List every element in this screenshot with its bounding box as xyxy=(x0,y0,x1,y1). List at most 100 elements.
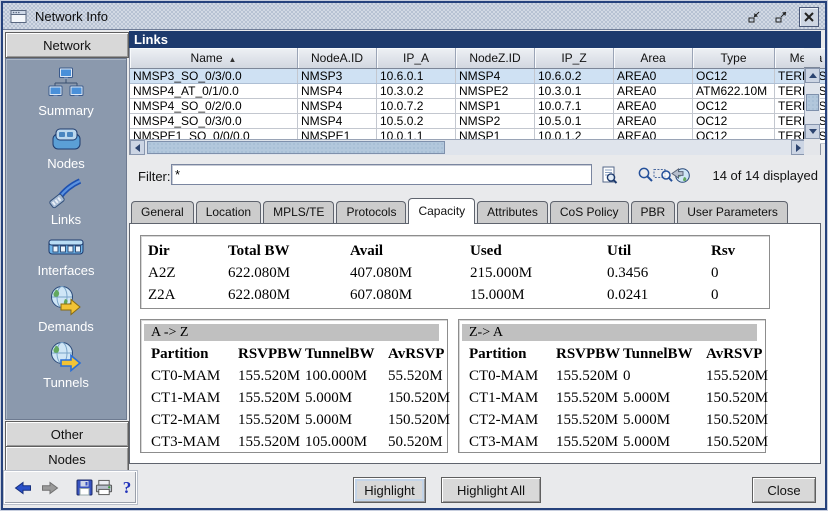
scroll-up-icon[interactable] xyxy=(805,68,820,83)
tab-cos-policy[interactable]: CoS Policy xyxy=(550,201,629,223)
column-header-partition: Partition xyxy=(141,343,228,365)
node-device-icon xyxy=(48,125,84,153)
column-header-nodea-id[interactable]: NodeA.ID xyxy=(298,48,377,69)
column-header-ip-a[interactable]: IP_A xyxy=(377,48,456,69)
nodes-button[interactable]: Nodes xyxy=(5,446,129,472)
column-header-nodez-id[interactable]: NodeZ.ID xyxy=(456,48,535,69)
column-header-type[interactable]: Type xyxy=(693,48,775,69)
table-cell: A2Z xyxy=(141,262,221,284)
table-cell: NMSP4 xyxy=(456,69,535,84)
links-table-header-row: Name▲NodeA.IDIP_ANodeZ.IDIP_ZAreaTypeMed… xyxy=(130,48,828,69)
vertical-scroll-thumb[interactable] xyxy=(806,94,819,111)
column-header-rsvpbw: RSVPBW xyxy=(228,343,295,365)
table-row[interactable]: NMSP4_AT_0/1/0.0NMSP410.3.0.2NMSPE210.3.… xyxy=(130,84,828,99)
restore-window-icon[interactable] xyxy=(745,8,763,26)
table-cell: 10.5.0.1 xyxy=(535,114,614,129)
table-cell: 0 xyxy=(704,284,813,306)
table-cell: NMSP4 xyxy=(298,84,377,99)
highlight-button[interactable]: Highlight xyxy=(353,477,426,503)
sidebar-item-summary[interactable]: Summary xyxy=(6,67,126,118)
column-header-avail: Avail xyxy=(343,240,463,262)
column-header-util: Util xyxy=(600,240,704,262)
sidebar-item-tunnels[interactable]: Tunnels xyxy=(6,341,126,390)
tab-pbr[interactable]: PBR xyxy=(631,201,676,223)
titlebar[interactable]: Network Info xyxy=(3,3,825,30)
tab-user-parameters[interactable]: User Parameters xyxy=(677,201,788,223)
row-count-status: 14 of 14 displayed xyxy=(658,168,818,183)
sidebar-item-interfaces[interactable]: Interfaces xyxy=(6,234,126,278)
table-row[interactable]: NMSP4_SO_0/2/0.0NMSP410.0.7.2NMSP110.0.7… xyxy=(130,99,828,114)
table-cell: 215.000M xyxy=(463,262,600,284)
a-to-z-table: A -> Z PartitionRSVPBWTunnelBWAvRSVP CT0… xyxy=(140,319,448,453)
table-cell: NMSP4_AT_0/1/0.0 xyxy=(130,84,298,99)
table-cell: 5.000M xyxy=(613,431,696,453)
table-cell: 0 xyxy=(704,262,813,284)
table-cell: NMSP4 xyxy=(298,114,377,129)
a-to-z-header-row: PartitionRSVPBWTunnelBWAvRSVP xyxy=(141,343,478,365)
table-cell: CT1-MAM xyxy=(141,387,228,409)
sidebar-nav-panel: Summary Nodes Links Interface xyxy=(5,58,127,420)
table-cell: Z2A xyxy=(141,284,221,306)
tab-mpls-te[interactable]: MPLS/TE xyxy=(263,201,334,223)
table-row: CT1-MAM155.520M5.000M150.520M xyxy=(141,387,478,409)
column-header-ip-z[interactable]: IP_Z xyxy=(535,48,614,69)
table-row[interactable]: NMSP4_SO_0/3/0.0NMSP410.5.0.2NMSP210.5.0… xyxy=(130,114,828,129)
table-cell: CT0-MAM xyxy=(459,365,546,387)
maximize-window-icon[interactable] xyxy=(772,8,790,26)
sidebar-item-nodes[interactable]: Nodes xyxy=(6,125,126,171)
vertical-scrollbar[interactable] xyxy=(804,68,820,139)
column-header-area[interactable]: Area xyxy=(614,48,693,69)
close-window-icon[interactable] xyxy=(799,7,819,27)
z-to-a-table: Z-> A PartitionRSVPBWTunnelBWAvRSVP CT0-… xyxy=(458,319,766,453)
tab-protocols[interactable]: Protocols xyxy=(336,201,406,223)
capacity-summary-header-row: DirTotal BWAvailUsedUtilRsv xyxy=(141,240,813,262)
tab-attributes[interactable]: Attributes xyxy=(477,201,548,223)
table-cell: 155.520M xyxy=(546,431,613,453)
print-icon[interactable] xyxy=(95,479,113,497)
table-cell: 0 xyxy=(613,365,696,387)
other-button[interactable]: Other xyxy=(5,421,129,447)
forward-icon[interactable] xyxy=(41,479,59,497)
tab-general[interactable]: General xyxy=(131,201,194,223)
table-cell: 10.0.7.1 xyxy=(535,99,614,114)
column-header-tunnelbw: TunnelBW xyxy=(295,343,378,365)
sidebar-item-label: Summary xyxy=(38,103,94,118)
tab-capacity[interactable]: Capacity xyxy=(408,198,475,224)
help-icon[interactable]: ? xyxy=(118,479,136,497)
tab-location[interactable]: Location xyxy=(196,201,261,223)
zoom-icon[interactable] xyxy=(635,165,655,184)
column-header-tunnelbw: TunnelBW xyxy=(613,343,696,365)
save-icon[interactable] xyxy=(75,479,93,497)
find-details-icon[interactable] xyxy=(599,165,619,184)
sidebar-item-links[interactable]: Links xyxy=(6,178,126,227)
table-cell: 105.000M xyxy=(295,431,378,453)
network-button[interactable]: Network xyxy=(5,32,129,58)
tunnel-globe-arrow-icon xyxy=(48,341,84,372)
table-cell: NMSPE2 xyxy=(456,84,535,99)
sidebar-item-label: Tunnels xyxy=(43,375,89,390)
table-cell: 5.000M xyxy=(295,387,378,409)
table-row: CT3-MAM155.520M5.000M150.520M xyxy=(459,431,796,453)
column-header-partition: Partition xyxy=(459,343,546,365)
table-cell: NMSP3_SO_0/3/0.0 xyxy=(130,69,298,84)
sort-ascending-icon: ▲ xyxy=(229,55,237,64)
table-cell: 10.5.0.2 xyxy=(377,114,456,129)
table-cell: CT2-MAM xyxy=(141,409,228,431)
highlight-all-button[interactable]: Highlight All xyxy=(441,477,541,503)
back-icon[interactable] xyxy=(14,479,32,497)
filter-input[interactable] xyxy=(171,164,592,185)
table-cell: 155.520M xyxy=(696,365,796,387)
scroll-down-icon[interactable] xyxy=(805,124,820,139)
table-row[interactable]: NMSP3_SO_0/3/0.0NMSP310.6.0.1NMSP410.6.0… xyxy=(130,69,828,84)
table-cell: 155.520M xyxy=(546,409,613,431)
sidebar-item-demands[interactable]: Demands xyxy=(6,285,126,334)
table-row: CT3-MAM155.520M105.000M50.520M xyxy=(141,431,478,453)
table-cell: 0.3456 xyxy=(600,262,704,284)
column-header-dir: Dir xyxy=(141,240,221,262)
column-header-name[interactable]: Name▲ xyxy=(130,48,298,69)
table-cell: 10.6.0.1 xyxy=(377,69,456,84)
close-button[interactable]: Close xyxy=(752,477,816,503)
horizontal-scroll-thumb[interactable] xyxy=(147,141,445,154)
scroll-left-icon[interactable] xyxy=(130,140,145,155)
horizontal-scrollbar[interactable] xyxy=(130,139,806,155)
